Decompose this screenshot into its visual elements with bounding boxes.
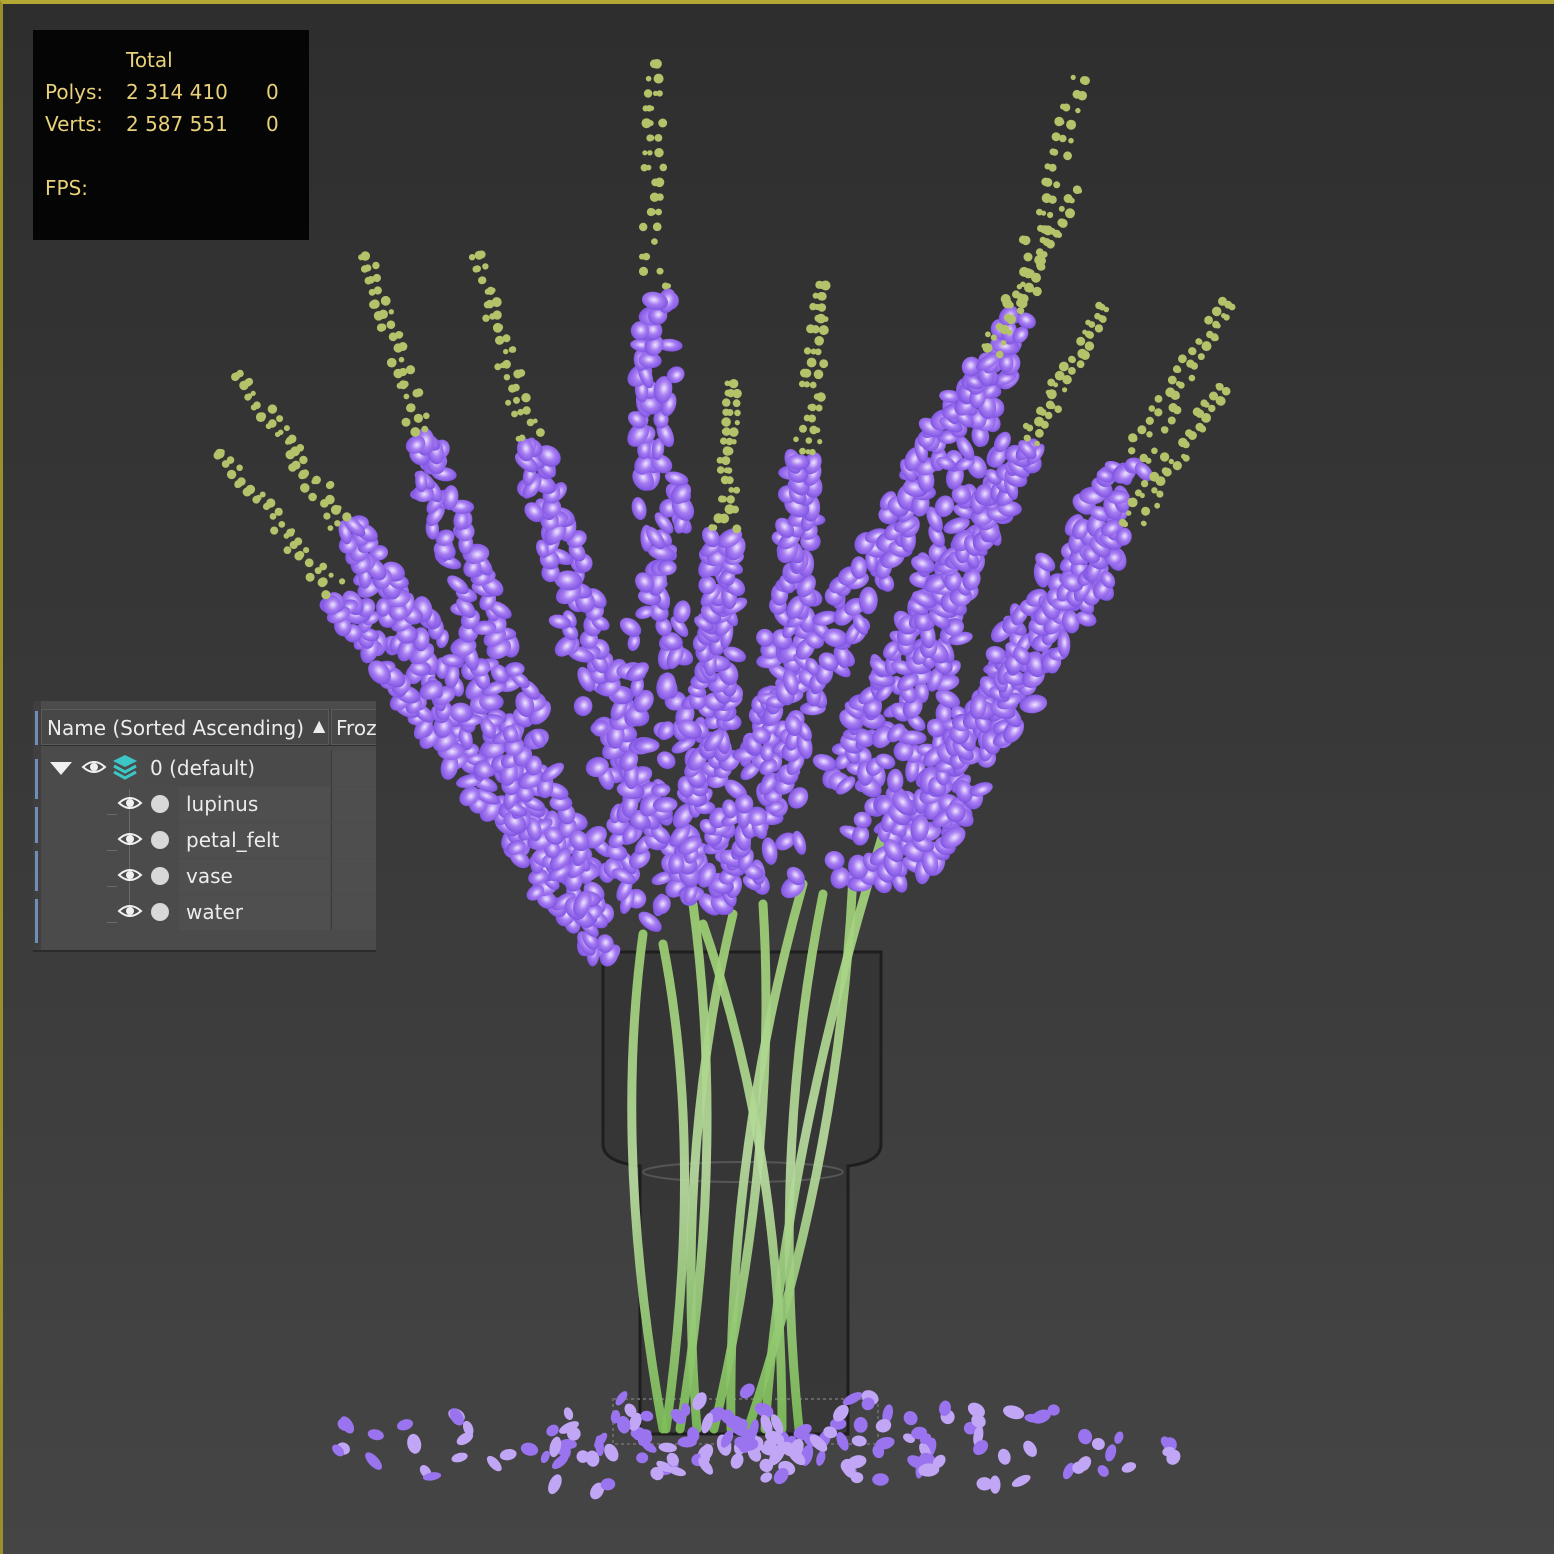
frozen-column-header[interactable]: Froz bbox=[331, 709, 376, 745]
visibility-eye-icon[interactable] bbox=[117, 827, 143, 851]
frozen-column-label: Froz bbox=[336, 716, 376, 740]
stats-polys-selected: 0 bbox=[266, 80, 279, 104]
frozen-cell[interactable] bbox=[331, 787, 376, 822]
object-name-label[interactable]: lupinus bbox=[186, 792, 258, 816]
object-name-label[interactable]: petal_felt bbox=[186, 828, 279, 852]
viewport-statistics: Total Polys: 2 314 410 0 Verts: 2 587 55… bbox=[33, 30, 309, 240]
frozen-cell[interactable] bbox=[331, 859, 376, 894]
visibility-eye-icon[interactable] bbox=[117, 791, 143, 815]
tree-branch bbox=[107, 850, 117, 851]
sort-ascending-icon[interactable]: ▲ bbox=[313, 716, 325, 735]
visibility-eye-icon[interactable] bbox=[117, 899, 143, 923]
3d-viewport[interactable]: Total Polys: 2 314 410 0 Verts: 2 587 55… bbox=[0, 0, 1554, 1554]
tree-branch bbox=[107, 886, 117, 887]
layer-explorer-header: Name (Sorted Ascending) ▲ Froz bbox=[41, 709, 376, 746]
object-row-vase[interactable]: vase bbox=[41, 859, 376, 895]
stats-polys-total: 2 314 410 bbox=[126, 80, 228, 104]
stats-verts-total: 2 587 551 bbox=[126, 112, 228, 136]
object-row-petal-felt[interactable]: petal_felt bbox=[41, 823, 376, 859]
layer-name-label[interactable]: 0 (default) bbox=[150, 756, 255, 780]
stats-polys-label: Polys: bbox=[45, 80, 104, 104]
name-column-header[interactable]: Name (Sorted Ascending) ▲ bbox=[41, 709, 329, 745]
layers-icon bbox=[113, 755, 137, 780]
object-color-swatch[interactable] bbox=[151, 867, 169, 885]
stats-verts-label: Verts: bbox=[45, 112, 103, 136]
stats-verts-selected: 0 bbox=[266, 112, 279, 136]
frozen-cell[interactable] bbox=[331, 751, 376, 786]
layer-explorer-gutter bbox=[33, 701, 41, 950]
tree-branch bbox=[107, 814, 117, 815]
tree-branch bbox=[107, 922, 117, 923]
stats-total-label: Total bbox=[126, 48, 173, 72]
visibility-eye-icon[interactable] bbox=[117, 863, 143, 887]
layer-explorer: Name (Sorted Ascending) ▲ Froz 0 (defaul… bbox=[33, 701, 376, 952]
name-column-label: Name (Sorted Ascending) bbox=[47, 716, 305, 740]
frozen-cell[interactable] bbox=[331, 895, 376, 930]
object-row-lupinus[interactable]: lupinus bbox=[41, 787, 376, 823]
object-row-water[interactable]: water bbox=[41, 895, 376, 931]
visibility-eye-icon[interactable] bbox=[81, 755, 107, 779]
object-color-swatch[interactable] bbox=[151, 795, 169, 813]
stats-fps-label: FPS: bbox=[45, 176, 88, 200]
object-color-swatch[interactable] bbox=[151, 903, 169, 921]
expand-triangle-icon[interactable] bbox=[50, 762, 72, 775]
object-name-label[interactable]: vase bbox=[186, 864, 233, 888]
frozen-cell[interactable] bbox=[331, 823, 376, 858]
object-name-label[interactable]: water bbox=[186, 900, 243, 924]
layer-row-default[interactable]: 0 (default) bbox=[41, 751, 376, 787]
object-color-swatch[interactable] bbox=[151, 831, 169, 849]
